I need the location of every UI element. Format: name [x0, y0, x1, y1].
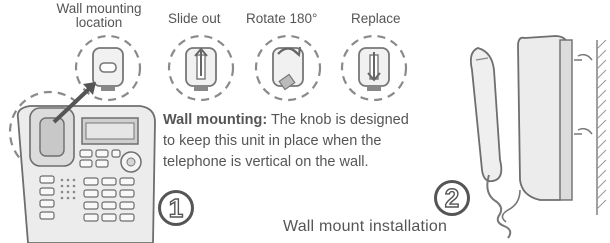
caption: Wall mount installation: [283, 218, 448, 235]
description-line1: The knob is designed: [270, 112, 409, 128]
badge-number: 1: [168, 192, 184, 223]
step2-diagram: [167, 34, 235, 102]
wall-mounting-description: Wall mounting: The knob is designed to k…: [163, 110, 463, 173]
description-line2: to keep this unit in place when the: [163, 133, 382, 149]
telephone-base: [8, 90, 156, 243]
step4-diagram: [340, 34, 408, 102]
wall-mounted-phone: [469, 35, 607, 239]
step3-diagram: [254, 34, 322, 102]
description-line3: telephone is vertical on the wall.: [163, 154, 369, 170]
badge-number: 2: [444, 182, 460, 213]
description-heading: Wall mounting:: [163, 112, 268, 128]
badge-step-1: 1: [158, 190, 194, 226]
badge-step-2: 2: [434, 180, 470, 216]
